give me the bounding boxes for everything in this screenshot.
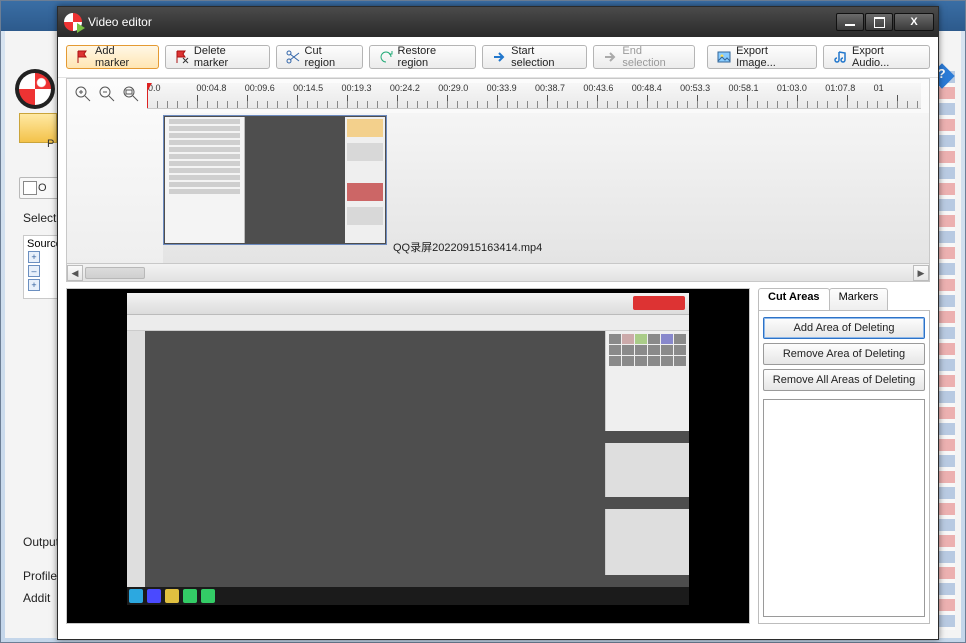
timeline-scrollbar[interactable]: ◀ ▶ xyxy=(67,263,929,281)
end-selection-button[interactable]: End selection xyxy=(593,45,695,69)
btn-label: Delete marker xyxy=(194,45,260,69)
tab-body: Add Area of Deleting Remove Area of Dele… xyxy=(758,310,930,624)
titlebar[interactable]: Video editor X xyxy=(58,7,938,37)
app-badge-icon xyxy=(15,69,55,109)
btn-label: Export Audio... xyxy=(852,45,920,69)
undo-icon xyxy=(379,50,393,64)
add-area-button[interactable]: Add Area of Deleting xyxy=(763,317,925,339)
main-toolbar: Add marker Delete marker Cut region Rest… xyxy=(58,37,938,78)
ruler-tick-label: 00:33.9 xyxy=(486,83,534,93)
btn-label: Add marker xyxy=(95,45,149,69)
restore-region-button[interactable]: Restore region xyxy=(369,45,477,69)
bg-addit-label: Addit xyxy=(23,591,50,605)
time-ruler[interactable]: 0.000:04.800:09.600:14.500:19.300:24.200… xyxy=(147,83,921,109)
ruler-tick-label: 00:29.0 xyxy=(437,83,485,93)
btn-label: Restore region xyxy=(398,45,467,69)
ruler-tick-label: 00:43.6 xyxy=(582,83,630,93)
ruler-tick-label: 00:24.2 xyxy=(389,83,437,93)
preview-pane[interactable] xyxy=(66,288,750,624)
arrow-right-icon xyxy=(603,50,617,64)
expand-icon[interactable]: + xyxy=(28,279,40,291)
zoom-fit-icon[interactable] xyxy=(123,86,139,107)
clip-thumbnail xyxy=(165,117,245,243)
btn-label: Cut region xyxy=(305,45,353,69)
video-editor-window: Video editor X Add marker Delete marker … xyxy=(57,6,939,640)
ruler-tick-label: 01:03.0 xyxy=(776,83,824,93)
bg-options-button[interactable]: O xyxy=(19,177,59,199)
lower-split: Cut Areas Markers Add Area of Deleting R… xyxy=(58,288,938,632)
side-panel: Cut Areas Markers Add Area of Deleting R… xyxy=(758,288,930,624)
tab-cut-areas[interactable]: Cut Areas xyxy=(758,288,830,310)
cut-region-button[interactable]: Cut region xyxy=(276,45,363,69)
ruler-tick-label: 00:53.3 xyxy=(679,83,727,93)
btn-label: End selection xyxy=(622,45,685,69)
start-selection-button[interactable]: Start selection xyxy=(482,45,587,69)
zoom-out-icon[interactable] xyxy=(99,86,115,107)
ruler-tick-label: 00:19.3 xyxy=(341,83,389,93)
zoom-in-icon[interactable] xyxy=(75,86,91,107)
ruler-tick-label: 00:58.1 xyxy=(728,83,776,93)
timeline-panel: 0.000:04.800:09.600:14.500:19.300:24.200… xyxy=(66,78,930,282)
scroll-thumb[interactable] xyxy=(85,267,145,279)
add-marker-button[interactable]: Add marker xyxy=(66,45,159,69)
window-title: Video editor xyxy=(88,15,152,29)
ruler-tick-label: 00:04.8 xyxy=(195,83,243,93)
collapse-icon[interactable]: – xyxy=(28,265,40,277)
export-image-button[interactable]: Export Image... xyxy=(707,45,817,69)
bg-preview-label: P xyxy=(47,138,54,150)
btn-label: Start selection xyxy=(511,45,577,69)
ruler-tick-label: 0.0 xyxy=(147,83,195,93)
image-icon xyxy=(717,50,731,64)
video-clip[interactable] xyxy=(163,115,387,245)
maximize-button[interactable] xyxy=(865,13,893,31)
flag-x-icon xyxy=(175,50,189,64)
app-icon xyxy=(64,13,82,31)
expand-icon[interactable]: + xyxy=(28,251,40,263)
ruler-tick-label: 00:14.5 xyxy=(292,83,340,93)
scissors-icon xyxy=(286,50,300,64)
bg-source-group: Source + – + xyxy=(23,235,59,299)
btn-label: Export Image... xyxy=(736,45,807,69)
close-button[interactable]: X xyxy=(894,13,934,31)
preview-content xyxy=(127,293,689,605)
minimize-button[interactable] xyxy=(836,13,864,31)
ruler-tick-label: 00:38.7 xyxy=(534,83,582,93)
side-tabs: Cut Areas Markers xyxy=(758,288,930,310)
ruler-tick-label: 00:48.4 xyxy=(631,83,679,93)
scroll-left-icon[interactable]: ◀ xyxy=(67,265,83,281)
delete-marker-button[interactable]: Delete marker xyxy=(165,45,270,69)
remove-area-button[interactable]: Remove Area of Deleting xyxy=(763,343,925,365)
scroll-right-icon[interactable]: ▶ xyxy=(913,265,929,281)
flag-icon xyxy=(76,50,90,64)
tab-markers[interactable]: Markers xyxy=(829,288,889,310)
track-area[interactable]: QQ录屏20220915163414.mp4 xyxy=(67,113,929,263)
bg-output-label: Output xyxy=(23,535,59,549)
record-badge-icon xyxy=(633,296,685,310)
playhead[interactable] xyxy=(147,83,148,109)
audio-icon xyxy=(833,50,847,64)
ruler-tick-label: 01:07.8 xyxy=(824,83,872,93)
arrow-right-icon xyxy=(492,50,506,64)
bg-profile-label: Profile: xyxy=(23,569,60,583)
ruler-labels: 0.000:04.800:09.600:14.500:19.300:24.200… xyxy=(147,83,921,93)
areas-listbox[interactable] xyxy=(763,399,925,617)
ruler-tick-label: 01 xyxy=(873,83,921,93)
bg-decoration xyxy=(939,71,955,630)
export-audio-button[interactable]: Export Audio... xyxy=(823,45,930,69)
zoom-row: 0.000:04.800:09.600:14.500:19.300:24.200… xyxy=(67,79,929,113)
ruler-tick-label: 00:09.6 xyxy=(244,83,292,93)
clip-filename: QQ录屏20220915163414.mp4 xyxy=(393,239,542,255)
remove-all-areas-button[interactable]: Remove All Areas of Deleting xyxy=(763,369,925,391)
